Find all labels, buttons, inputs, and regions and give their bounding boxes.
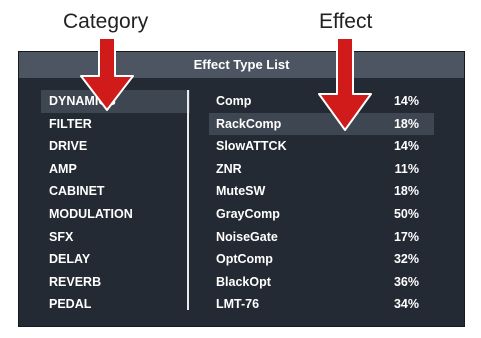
arrow-shape [318, 38, 372, 131]
category-list: DYNAMICS FILTER DRIVE AMP CABINET MODULA… [41, 90, 190, 316]
effect-usage: 14% [393, 94, 419, 108]
category-label: MODULATION [49, 206, 133, 221]
effect-item-noisegate[interactable]: NoiseGate 17% [209, 226, 434, 249]
category-item-pedal[interactable]: PEDAL [41, 293, 190, 316]
effect-usage: 34% [393, 297, 419, 312]
effect-name: OptComp [216, 252, 273, 267]
category-label: CABINET [49, 184, 105, 199]
column-divider [187, 90, 189, 310]
category-label: PEDAL [49, 297, 92, 312]
category-label: DRIVE [49, 139, 88, 154]
effect-usage: 18% [393, 184, 419, 199]
category-label: AMP [49, 161, 77, 176]
effect-name: MuteSW [216, 184, 266, 199]
effect-down-arrow-icon [318, 38, 372, 131]
effect-usage: 32% [393, 252, 419, 267]
effect-name: LMT-76 [216, 297, 260, 312]
category-caption: Category [63, 10, 149, 33]
effect-usage: 50% [393, 206, 419, 221]
effect-item-slowattck[interactable]: SlowATTCK 14% [209, 135, 434, 158]
category-item-drive[interactable]: DRIVE [41, 135, 190, 158]
effect-item-optcomp[interactable]: OptComp 32% [209, 248, 434, 271]
effect-name: Comp [216, 94, 252, 108]
effect-name: ZNR [216, 161, 242, 176]
category-label: REVERB [49, 274, 102, 289]
effect-item-blackopt[interactable]: BlackOpt 36% [209, 271, 434, 294]
effect-item-mutesw[interactable]: MuteSW 18% [209, 180, 434, 203]
category-item-reverb[interactable]: REVERB [41, 271, 190, 294]
category-item-modulation[interactable]: MODULATION [41, 203, 190, 226]
arrow-shape [80, 38, 134, 111]
effect-usage: 18% [393, 116, 419, 131]
effect-usage: 17% [393, 229, 419, 244]
category-item-delay[interactable]: DELAY [41, 248, 190, 271]
effect-usage: 36% [393, 274, 419, 289]
category-item-amp[interactable]: AMP [41, 158, 190, 181]
effect-item-graycomp[interactable]: GrayComp 50% [209, 203, 434, 226]
effect-name: GrayComp [216, 206, 280, 221]
effect-name: RackComp [216, 116, 282, 131]
effect-usage: 11% [394, 161, 419, 176]
effect-usage: 14% [393, 139, 419, 154]
category-item-sfx[interactable]: SFX [41, 226, 190, 249]
effect-item-znr[interactable]: ZNR 11% [209, 158, 434, 181]
effect-name: BlackOpt [216, 274, 271, 289]
effect-name: SlowATTCK [216, 139, 287, 154]
category-down-arrow-icon [80, 38, 134, 111]
effect-caption: Effect [319, 10, 373, 33]
effect-name: NoiseGate [216, 229, 278, 244]
effect-item-lmt-76[interactable]: LMT-76 34% [209, 293, 434, 316]
category-item-cabinet[interactable]: CABINET [41, 180, 190, 203]
category-label: FILTER [49, 116, 92, 131]
category-label: SFX [49, 229, 74, 244]
category-label: DELAY [49, 252, 91, 267]
category-item-filter[interactable]: FILTER [41, 113, 190, 136]
